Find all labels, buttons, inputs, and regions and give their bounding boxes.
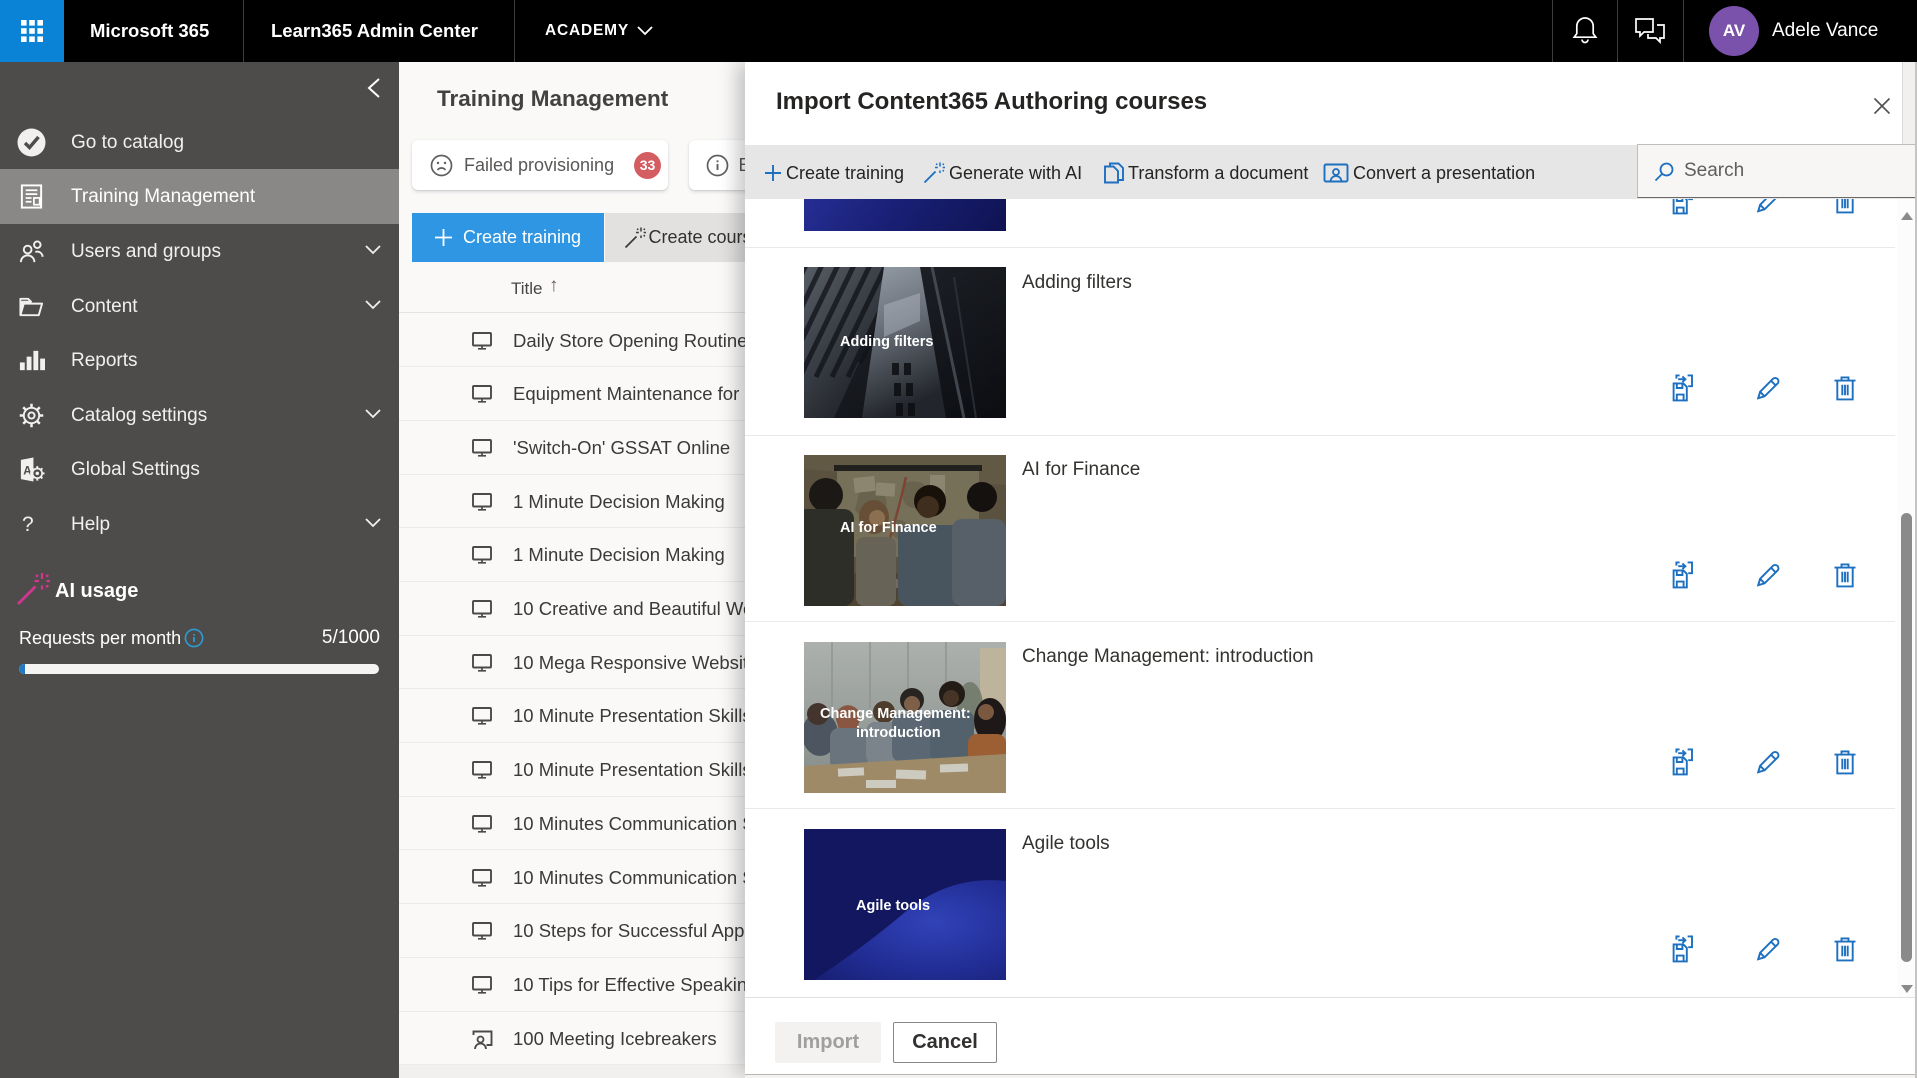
- svg-text:Change Management:: Change Management:: [820, 706, 971, 722]
- svg-text:A: A: [23, 465, 32, 477]
- svg-text:introduction: introduction: [856, 725, 941, 741]
- svg-text:Agile tools: Agile tools: [856, 898, 930, 914]
- svg-text:Adding filters: Adding filters: [840, 334, 933, 350]
- svg-text:AI for Finance: AI for Finance: [840, 520, 937, 536]
